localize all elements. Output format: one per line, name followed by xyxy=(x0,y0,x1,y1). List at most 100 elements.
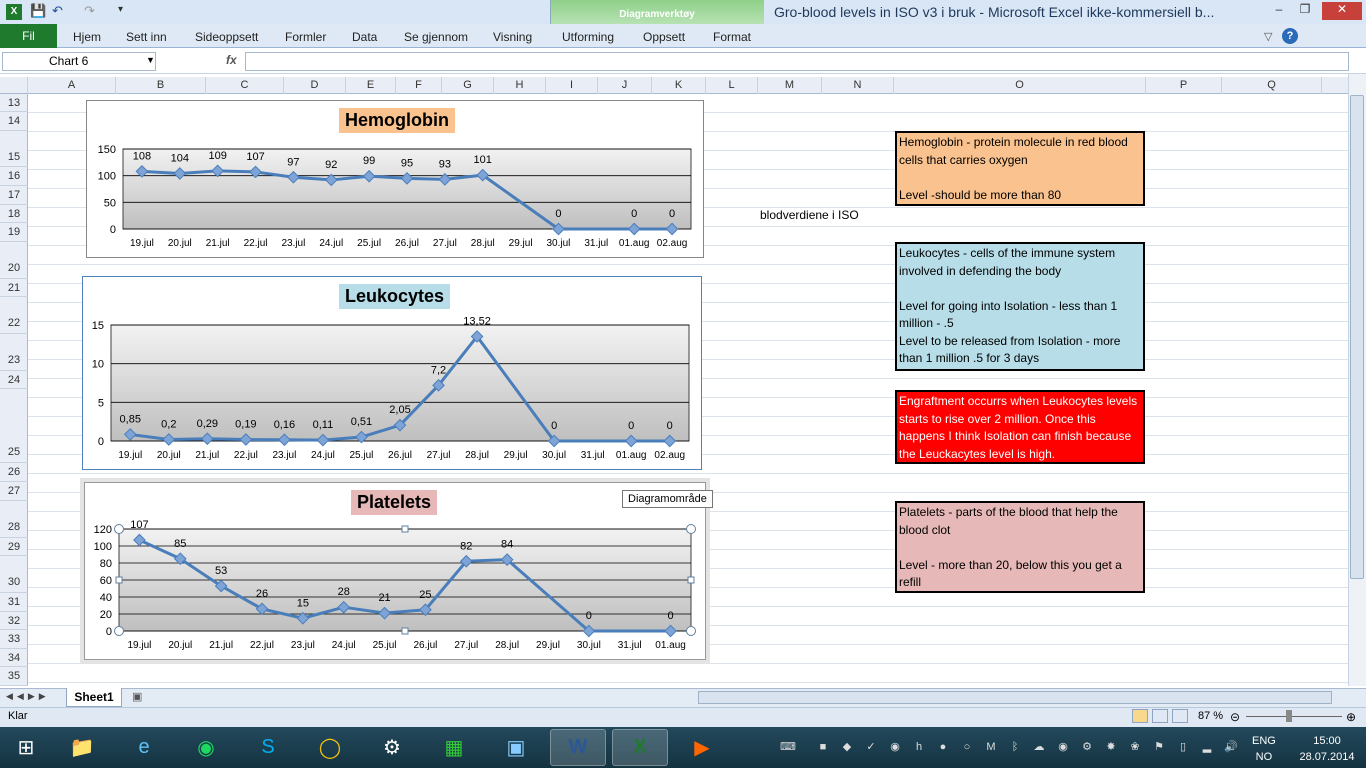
excel-app-icon[interactable]: X xyxy=(6,4,22,20)
column-header[interactable]: N xyxy=(822,77,894,94)
name-box-dropdown-icon[interactable]: ▼ xyxy=(146,55,155,65)
column-header[interactable]: O xyxy=(894,77,1146,94)
row-header[interactable]: 16 xyxy=(0,167,28,186)
store-icon[interactable]: ▦ xyxy=(426,729,482,766)
engraftment-note[interactable]: Engraftment occurrs when Leukocytes leve… xyxy=(895,390,1145,464)
cell-m18[interactable]: blodverdiene i ISO xyxy=(760,208,859,222)
tray-circle-icon[interactable]: ○ xyxy=(960,740,974,754)
row-header[interactable]: 26 xyxy=(0,463,28,482)
tray-m-icon[interactable]: M xyxy=(984,740,998,754)
photos-icon[interactable]: ▣ xyxy=(488,729,544,766)
tab-review[interactable]: Se gjennom xyxy=(404,30,468,44)
column-header[interactable]: K xyxy=(652,77,706,94)
zoom-out-icon[interactable]: ⊝ xyxy=(1230,710,1240,724)
tab-design[interactable]: Utforming xyxy=(562,30,614,44)
column-header[interactable]: A xyxy=(28,77,116,94)
row-header[interactable]: 20 xyxy=(0,242,28,279)
video-icon[interactable]: ▶ xyxy=(674,729,730,766)
column-header[interactable]: B xyxy=(116,77,206,94)
formula-input[interactable] xyxy=(245,52,1349,71)
tray-gear-icon[interactable]: ⚙ xyxy=(1080,740,1094,754)
row-header[interactable]: 24 xyxy=(0,371,28,389)
row-header[interactable]: 21 xyxy=(0,279,28,297)
chrome-icon[interactable]: ◯ xyxy=(302,729,358,766)
app-icon[interactable]: ⚙ xyxy=(364,729,420,766)
zoom-slider[interactable] xyxy=(1246,716,1342,717)
column-header[interactable]: Q xyxy=(1222,77,1322,94)
tray-check-icon[interactable]: ✓ xyxy=(864,740,878,754)
normal-view-icon[interactable] xyxy=(1132,709,1148,723)
sheet-nav-icon[interactable]: ◀◀▶▶ xyxy=(6,691,50,702)
volume-icon[interactable]: 🔊 xyxy=(1224,740,1238,754)
excel-icon[interactable]: X xyxy=(612,729,668,766)
column-header[interactable]: F xyxy=(396,77,442,94)
row-header[interactable]: 14 xyxy=(0,112,28,131)
hemoglobin-chart[interactable]: Hemoglobin 0 50 100 150 19.jul 20.jul 21.jul 22… xyxy=(86,100,704,258)
column-header[interactable]: L xyxy=(706,77,758,94)
tray-spotify-icon[interactable]: ◉ xyxy=(888,740,902,754)
redo-icon[interactable]: ↷ xyxy=(84,3,95,19)
customize-qat-icon[interactable]: ▾ xyxy=(118,4,123,15)
save-icon[interactable]: 💾 xyxy=(30,3,46,19)
tray-app-icon[interactable]: ■ xyxy=(816,740,830,754)
tray-wheel-icon[interactable]: ✸ xyxy=(1104,740,1118,754)
column-header[interactable]: P xyxy=(1146,77,1222,94)
column-header[interactable]: G xyxy=(442,77,494,94)
row-header[interactable]: 35 xyxy=(0,667,28,686)
zoom-level[interactable]: 87 % xyxy=(1198,710,1223,722)
leukocytes-chart[interactable]: Leukocytes 0 5 10 15 19.jul 20.jul 21.jul 22.ju… xyxy=(82,276,702,470)
dropbox-icon[interactable]: ◆ xyxy=(840,740,854,754)
minimize-ribbon-icon[interactable]: ▽ xyxy=(1264,30,1272,43)
row-header[interactable]: 33 xyxy=(0,630,28,649)
select-all-corner[interactable] xyxy=(0,77,28,94)
vertical-scroll-thumb[interactable] xyxy=(1350,95,1364,579)
column-header[interactable]: I xyxy=(546,77,598,94)
action-center-flag-icon[interactable]: ⚑ xyxy=(1152,740,1166,754)
row-header[interactable]: 19 xyxy=(0,223,28,242)
row-header[interactable]: 32 xyxy=(0,612,28,630)
name-box[interactable]: Chart 6 xyxy=(2,52,156,71)
page-layout-view-icon[interactable] xyxy=(1152,709,1168,723)
column-header[interactable]: M xyxy=(758,77,822,94)
tab-insert[interactable]: Sett inn xyxy=(126,30,167,44)
tray-leaf-icon[interactable]: ❀ xyxy=(1128,740,1142,754)
page-break-view-icon[interactable] xyxy=(1172,709,1188,723)
tray-shield-icon[interactable]: ◉ xyxy=(1056,740,1070,754)
minimize-icon[interactable]: – xyxy=(1268,2,1290,20)
column-header[interactable]: E xyxy=(346,77,396,94)
tab-data[interactable]: Data xyxy=(352,30,377,44)
keyboard-icon[interactable]: ⌨ xyxy=(774,740,802,754)
row-header[interactable]: 30 xyxy=(0,556,28,593)
spotify-icon[interactable]: ◉ xyxy=(178,729,234,766)
row-header[interactable]: 31 xyxy=(0,593,28,612)
tab-file[interactable]: Fil xyxy=(0,24,57,48)
horizontal-scrollbar[interactable] xyxy=(698,691,1332,704)
bluetooth-icon[interactable]: ᛒ xyxy=(1008,740,1022,754)
word-icon[interactable]: W xyxy=(550,729,606,766)
row-header[interactable]: 17 xyxy=(0,186,28,205)
row-header[interactable]: 28 xyxy=(0,501,28,538)
zoom-in-icon[interactable]: ⊕ xyxy=(1346,710,1356,724)
clock[interactable]: 15:00 28.07.2014 xyxy=(1296,733,1358,765)
tab-view[interactable]: Visning xyxy=(493,30,532,44)
row-header[interactable]: 29 xyxy=(0,538,28,556)
column-header[interactable]: J xyxy=(598,77,652,94)
language-indicator[interactable]: ENG NO xyxy=(1252,733,1276,765)
restore-icon[interactable]: ❐ xyxy=(1294,2,1316,20)
row-header[interactable]: 34 xyxy=(0,649,28,667)
help-icon[interactable]: ? xyxy=(1282,28,1298,44)
insert-function-icon[interactable]: fx xyxy=(226,53,237,67)
tab-layout[interactable]: Oppsett xyxy=(643,30,685,44)
battery-icon[interactable]: ▯ xyxy=(1176,740,1190,754)
platelets-note[interactable]: Platelets - parts of the blood that help… xyxy=(895,501,1145,593)
row-header[interactable]: 27 xyxy=(0,482,28,501)
undo-icon[interactable]: ↶ xyxy=(52,3,63,19)
close-icon[interactable]: ✕ xyxy=(1322,2,1362,20)
tab-formulas[interactable]: Formler xyxy=(285,30,326,44)
row-header[interactable]: 18 xyxy=(0,205,28,223)
tray-h-icon[interactable]: h xyxy=(912,740,926,754)
tab-home[interactable]: Hjem xyxy=(73,30,101,44)
hemoglobin-note[interactable]: Hemoglobin - protein molecule in red blo… xyxy=(895,131,1145,206)
zoom-slider-thumb[interactable] xyxy=(1286,710,1292,722)
row-header[interactable]: 22 xyxy=(0,297,28,334)
